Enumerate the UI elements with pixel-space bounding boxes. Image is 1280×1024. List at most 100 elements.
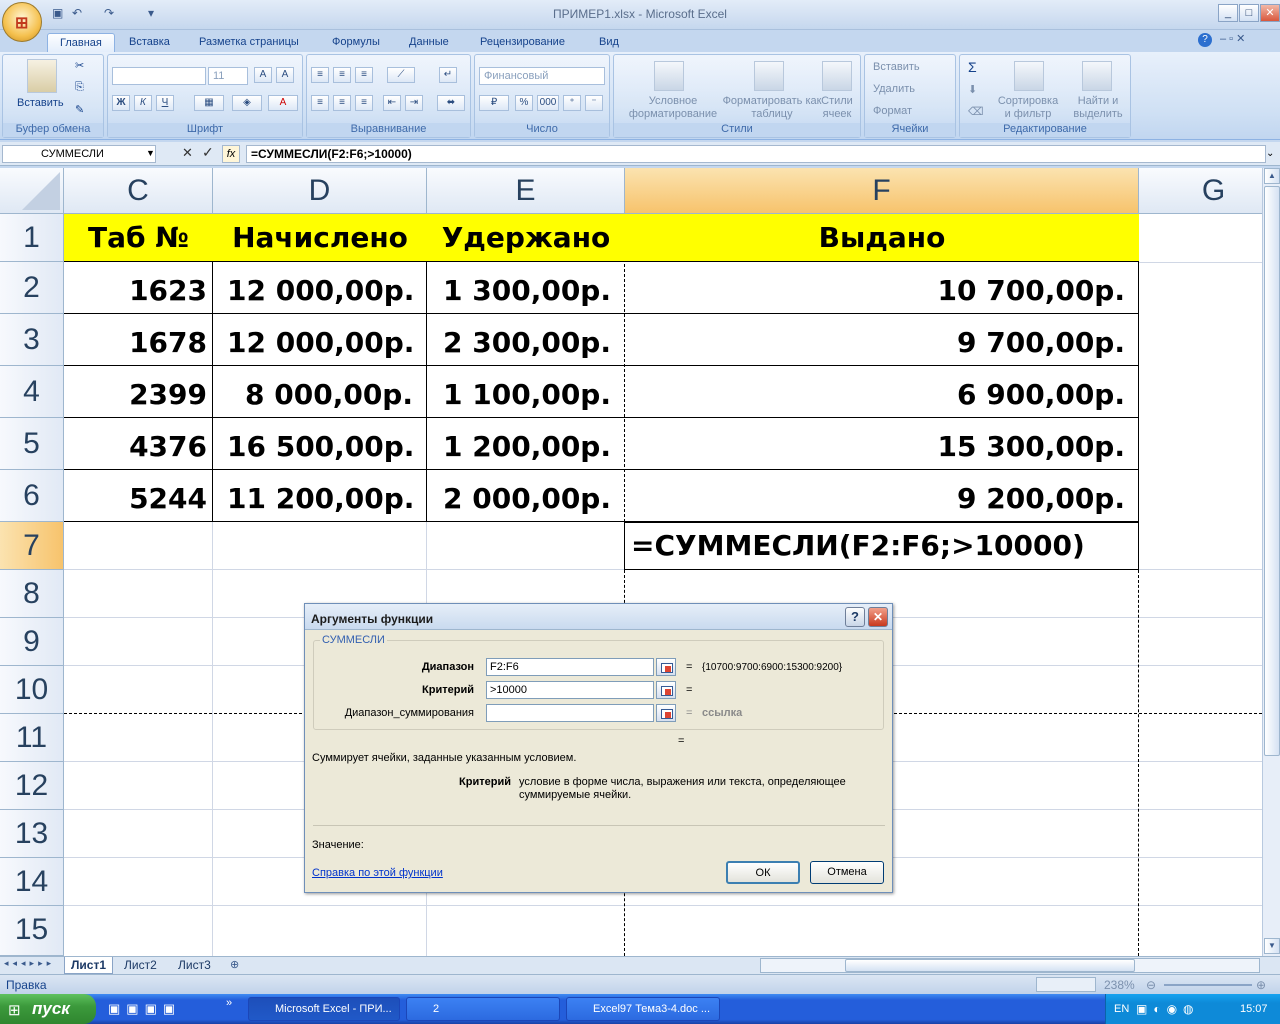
- row-header-1[interactable]: 1: [0, 214, 64, 262]
- align-middle-icon[interactable]: ≡: [333, 67, 351, 83]
- row-header-8[interactable]: 8: [0, 570, 64, 618]
- office-button[interactable]: ⊞: [2, 2, 42, 42]
- autosum-icon[interactable]: Σ: [968, 59, 977, 75]
- tab-insert[interactable]: Вставка: [117, 33, 182, 52]
- delete-cells-button[interactable]: Удалить: [873, 83, 915, 95]
- cell-c4[interactable]: 2399: [64, 366, 213, 418]
- row-header-5[interactable]: 5: [0, 418, 64, 470]
- row-header-4[interactable]: 4: [0, 366, 64, 418]
- horizontal-scrollbar[interactable]: [760, 958, 1260, 973]
- italic-button[interactable]: К: [134, 95, 152, 111]
- minimize-button[interactable]: _: [1218, 4, 1238, 22]
- row-header-6[interactable]: 6: [0, 470, 64, 522]
- font-name-combo[interactable]: [112, 67, 206, 85]
- underline-button[interactable]: Ч: [156, 95, 174, 111]
- cell-f4[interactable]: 6 900,00р.: [625, 366, 1139, 418]
- cell-e3[interactable]: 2 300,00р.: [427, 314, 625, 366]
- align-bottom-icon[interactable]: ≡: [355, 67, 373, 83]
- vertical-scrollbar[interactable]: ▲ ▼: [1262, 168, 1280, 956]
- format-as-table-button[interactable]: Форматировать как таблицу: [722, 95, 822, 121]
- quick-launch-icons[interactable]: ▣▣▣▣: [108, 1001, 181, 1017]
- wrap-text-icon[interactable]: ↵: [439, 67, 457, 83]
- cell-e5[interactable]: 1 200,00р.: [427, 418, 625, 470]
- font-size-combo[interactable]: 11: [208, 67, 248, 85]
- font-color-icon[interactable]: A: [268, 95, 298, 111]
- cell-f5[interactable]: 15 300,00р.: [625, 418, 1139, 470]
- cell-e4[interactable]: 1 100,00р.: [427, 366, 625, 418]
- sort-filter-button[interactable]: Сортировка и фильтр: [994, 95, 1062, 121]
- cell-d3[interactable]: 12 000,00р.: [213, 314, 427, 366]
- dialog-close-button[interactable]: ✕: [868, 607, 888, 627]
- ribbon-minimize-icon[interactable]: – ▫ ✕: [1220, 32, 1245, 45]
- close-button[interactable]: ✕: [1260, 4, 1280, 22]
- scroll-down-icon[interactable]: ▼: [1264, 938, 1280, 954]
- cell-c1[interactable]: Таб №: [64, 214, 213, 262]
- help-link[interactable]: Справка по этой функции: [312, 867, 443, 879]
- help-icon[interactable]: ?: [1198, 33, 1212, 47]
- insert-function-icon[interactable]: fx: [222, 145, 240, 163]
- shrink-font-icon[interactable]: A: [276, 67, 294, 83]
- align-left-icon[interactable]: ≡: [311, 95, 329, 111]
- fill-color-icon[interactable]: ◈: [232, 95, 262, 111]
- scroll-up-icon[interactable]: ▲: [1264, 168, 1280, 184]
- column-header-d[interactable]: D: [213, 168, 427, 214]
- merge-cells-icon[interactable]: ⬌: [437, 95, 465, 111]
- task-excel[interactable]: Microsoft Excel - ПРИ...: [248, 997, 400, 1021]
- cancel-formula-icon[interactable]: ✕: [182, 145, 193, 161]
- cell-d2[interactable]: 12 000,00р.: [213, 262, 427, 314]
- currency-icon[interactable]: ₽: [479, 95, 509, 111]
- cell-c2[interactable]: 1623: [64, 262, 213, 314]
- thousands-button[interactable]: 000: [537, 95, 559, 111]
- cell-c6[interactable]: 5244: [64, 470, 213, 522]
- cut-icon[interactable]: ✂: [75, 59, 84, 72]
- sheet-tab-2[interactable]: Лист2: [118, 957, 163, 974]
- row-header-9[interactable]: 9: [0, 618, 64, 666]
- undo-icon[interactable]: ↶: [72, 6, 88, 20]
- sheet-nav-icon[interactable]: ◂◂◂▸▸▸: [4, 958, 55, 969]
- cancel-button[interactable]: Отмена: [810, 861, 884, 884]
- cell-e2[interactable]: 1 300,00р.: [427, 262, 625, 314]
- zoom-level[interactable]: 238%: [1104, 978, 1135, 992]
- language-indicator[interactable]: EN: [1114, 1003, 1129, 1015]
- view-buttons[interactable]: [1036, 977, 1096, 992]
- cell-d6[interactable]: 11 200,00р.: [213, 470, 427, 522]
- cell-c3[interactable]: 1678: [64, 314, 213, 366]
- row-header-2[interactable]: 2: [0, 262, 64, 314]
- increase-decimal-icon[interactable]: ⁺: [563, 95, 581, 111]
- align-right-icon[interactable]: ≡: [355, 95, 373, 111]
- row-header-12[interactable]: 12: [0, 762, 64, 810]
- align-top-icon[interactable]: ≡: [311, 67, 329, 83]
- row-header-15[interactable]: 15: [0, 906, 64, 956]
- cell-d4[interactable]: 8 000,00р.: [213, 366, 427, 418]
- sheet-tab-1[interactable]: Лист1: [64, 957, 114, 974]
- column-header-c[interactable]: C: [64, 168, 213, 214]
- expand-formula-icon[interactable]: ⌄: [1266, 148, 1274, 159]
- sheet-tab-3[interactable]: Лист3: [172, 957, 217, 974]
- zoom-slider[interactable]: [1164, 984, 1252, 986]
- row-header-3[interactable]: 3: [0, 314, 64, 366]
- conditional-format-button[interactable]: Условное форматирование: [618, 95, 728, 121]
- find-select-button[interactable]: Найти и выделить: [1068, 95, 1128, 121]
- quick-launch-more-icon[interactable]: »: [226, 997, 232, 1009]
- borders-icon[interactable]: ▦: [194, 95, 224, 111]
- cell-f6[interactable]: 9 200,00р.: [625, 470, 1139, 522]
- paste-button[interactable]: Вставить: [17, 97, 64, 109]
- enter-formula-icon[interactable]: ✓: [202, 144, 214, 161]
- tray-icons[interactable]: ▣◐◉◍: [1136, 1002, 1200, 1016]
- row-header-13[interactable]: 13: [0, 810, 64, 858]
- cell-e1[interactable]: Удержано: [427, 214, 625, 262]
- dialog-help-button[interactable]: ?: [845, 607, 865, 627]
- cell-e6[interactable]: 2 000,00р.: [427, 470, 625, 522]
- name-box-dropdown-icon[interactable]: ▼: [146, 148, 155, 158]
- insert-sheet-icon[interactable]: ⊕: [230, 958, 239, 971]
- percent-button[interactable]: %: [515, 95, 533, 111]
- name-box[interactable]: СУММЕСЛИ: [2, 145, 156, 163]
- tab-home[interactable]: Главная: [47, 33, 115, 52]
- ok-button[interactable]: ОК: [726, 861, 800, 884]
- cell-f1[interactable]: Выдано: [625, 214, 1139, 262]
- quick-access-menu-icon[interactable]: ▾: [148, 6, 164, 20]
- horizontal-scroll-thumb[interactable]: [845, 959, 1135, 972]
- decrease-decimal-icon[interactable]: ⁻: [585, 95, 603, 111]
- collapse-dialog-icon[interactable]: [656, 681, 676, 699]
- paste-icon[interactable]: [27, 59, 57, 93]
